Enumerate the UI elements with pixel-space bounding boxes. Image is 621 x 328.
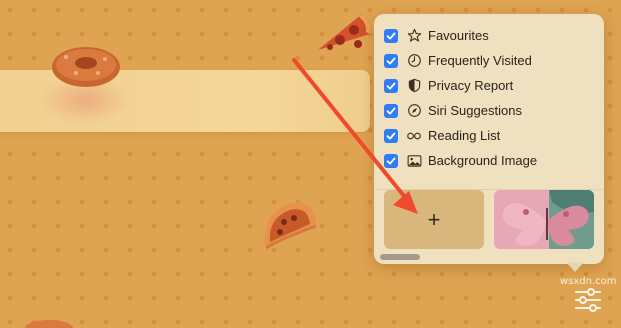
food-icon bbox=[25, 320, 73, 328]
plus-icon: + bbox=[427, 206, 441, 232]
option-label: Privacy Report bbox=[428, 78, 514, 93]
pizza-icon bbox=[318, 14, 371, 50]
option-privacy-report[interactable]: Privacy Report bbox=[384, 73, 537, 98]
glasses-icon bbox=[406, 128, 422, 144]
option-favourites[interactable]: Favourites bbox=[384, 23, 537, 48]
background-thumbnail-butterfly[interactable] bbox=[494, 190, 594, 249]
option-label: Favourites bbox=[428, 28, 489, 43]
taco-icon bbox=[264, 202, 317, 250]
shield-icon bbox=[406, 78, 422, 94]
option-label: Background Image bbox=[428, 153, 538, 168]
checkbox-checked[interactable] bbox=[384, 153, 398, 168]
option-label: Siri Suggestions bbox=[428, 103, 522, 118]
compass-icon bbox=[406, 103, 422, 119]
star-icon bbox=[406, 28, 422, 44]
option-background-image[interactable]: Background Image bbox=[384, 148, 537, 173]
watermark-text: wsxdn.com bbox=[560, 276, 617, 287]
option-siri-suggestions[interactable]: Siri Suggestions bbox=[384, 98, 537, 123]
popover-tail bbox=[566, 262, 584, 272]
section-options-list: Favourites Frequently Visited Privacy Re… bbox=[384, 23, 537, 173]
donut-icon bbox=[52, 47, 120, 87]
checkbox-checked[interactable] bbox=[384, 28, 398, 43]
option-label: Frequently Visited bbox=[428, 53, 532, 68]
checkbox-checked[interactable] bbox=[384, 103, 398, 118]
checkbox-checked[interactable] bbox=[384, 53, 398, 68]
checkbox-checked[interactable] bbox=[384, 128, 398, 143]
butterfly-image bbox=[494, 190, 594, 249]
clock-icon bbox=[406, 53, 422, 69]
customize-start-page-popover: Favourites Frequently Visited Privacy Re… bbox=[374, 14, 604, 264]
option-frequently-visited[interactable]: Frequently Visited bbox=[384, 48, 537, 73]
image-icon bbox=[406, 153, 422, 169]
add-background-button[interactable]: + bbox=[384, 190, 484, 249]
sliders-icon[interactable] bbox=[574, 288, 602, 312]
option-label: Reading List bbox=[428, 128, 501, 143]
option-reading-list[interactable]: Reading List bbox=[384, 123, 537, 148]
checkbox-checked[interactable] bbox=[384, 78, 398, 93]
horizontal-scrollbar[interactable] bbox=[380, 254, 420, 260]
